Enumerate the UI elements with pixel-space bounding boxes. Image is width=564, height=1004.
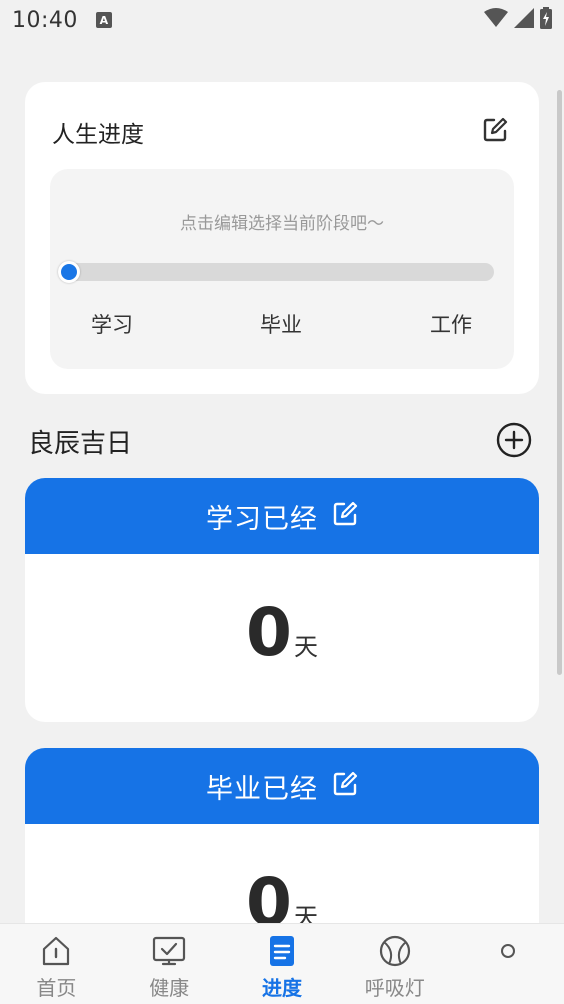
tab-label: 呼吸灯	[364, 976, 425, 1000]
tab-more[interactable]	[451, 924, 564, 1004]
day-card-header: 学习已经	[25, 478, 539, 554]
day-card-body: 0天	[25, 554, 539, 722]
tab-home[interactable]: 首页	[0, 924, 113, 1004]
home-icon	[39, 934, 73, 968]
add-button[interactable]	[496, 422, 532, 458]
status-time: 10:40	[12, 7, 78, 33]
day-card-label: 毕业已经	[206, 773, 318, 805]
circle-icon	[491, 934, 525, 968]
bottom-tab-bar: 首页 健康 进度 呼吸灯	[0, 923, 564, 1004]
edit-icon[interactable]	[332, 501, 358, 531]
tab-progress[interactable]: 进度	[226, 924, 339, 1004]
progress-track[interactable]	[58, 261, 494, 283]
stage-label-study: 学习	[91, 313, 133, 337]
life-progress-card: 人生进度 点击编辑选择当前阶段吧～ 学习 毕业 工作	[25, 82, 539, 394]
progress-thumb[interactable]	[58, 261, 80, 283]
good-days-title: 良辰吉日	[28, 429, 133, 459]
plus-circle-icon	[496, 422, 532, 458]
day-card-study[interactable]: 学习已经 0天	[25, 478, 539, 722]
document-icon	[265, 934, 299, 968]
life-progress-title: 人生进度	[52, 122, 144, 148]
day-card-header: 毕业已经	[25, 748, 539, 824]
battery-icon	[540, 7, 552, 33]
stage-label-work: 工作	[430, 313, 472, 337]
wifi-icon	[484, 8, 508, 32]
tab-health[interactable]: 健康	[113, 924, 226, 1004]
edit-icon[interactable]	[481, 116, 509, 144]
notification-icon: A	[95, 12, 112, 28]
stage-panel[interactable]: 点击编辑选择当前阶段吧～ 学习 毕业 工作	[50, 169, 514, 369]
health-monitor-icon	[152, 934, 186, 968]
tab-breathing-light[interactable]: 呼吸灯	[338, 924, 451, 1004]
tab-label: 首页	[36, 976, 77, 1000]
stage-label-graduate: 毕业	[260, 313, 302, 337]
stage-hint: 点击编辑选择当前阶段吧～	[180, 214, 384, 234]
status-bar: 10:40 A	[0, 0, 564, 40]
tab-label: 健康	[149, 976, 190, 1000]
edit-icon[interactable]	[332, 771, 358, 801]
tab-label: 进度	[261, 976, 302, 1000]
signal-icon	[514, 8, 534, 32]
day-count: 0	[246, 594, 292, 671]
day-card-label: 学习已经	[206, 503, 318, 535]
scrollbar[interactable]	[557, 90, 562, 675]
ball-icon	[378, 934, 412, 968]
day-unit: 天	[293, 633, 318, 661]
